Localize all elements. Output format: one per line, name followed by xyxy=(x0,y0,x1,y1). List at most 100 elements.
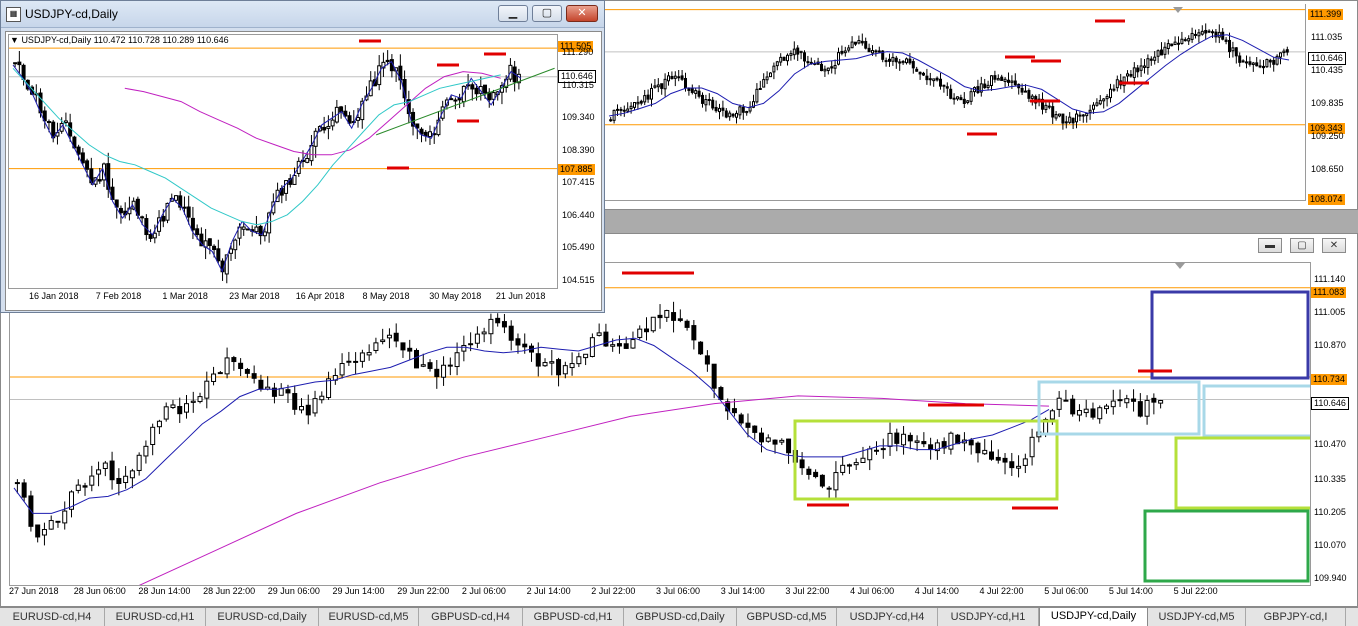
candle-body xyxy=(46,121,51,124)
candle-body xyxy=(650,316,656,332)
candle-body xyxy=(542,362,548,367)
dropdown-icon[interactable]: ▼ xyxy=(10,35,19,45)
candle-body xyxy=(887,432,893,447)
price-label: 110.435 xyxy=(1311,65,1343,75)
candle-body xyxy=(792,48,796,56)
time-label: 3 Jul 14:00 xyxy=(720,586,765,596)
candle-body xyxy=(826,67,830,72)
candle-body xyxy=(330,119,335,127)
candle-body xyxy=(1024,90,1027,93)
maximize-button[interactable]: ▢ xyxy=(1290,238,1314,253)
candle-body xyxy=(748,106,752,112)
candle-body xyxy=(663,78,667,90)
candle-body xyxy=(1241,60,1245,63)
candle-body xyxy=(319,395,325,401)
candle-body xyxy=(1265,58,1269,68)
candle-body xyxy=(1076,410,1082,416)
chart-tab[interactable]: EURUSD-cd,M5 xyxy=(319,608,419,626)
candle-body xyxy=(204,380,210,399)
daily-plot-area[interactable] xyxy=(8,34,558,289)
chart-tab[interactable]: USDJPY-cd,H4 xyxy=(837,608,938,626)
candle-body xyxy=(97,179,102,182)
candle-body xyxy=(212,245,217,250)
candle-body xyxy=(1010,80,1014,83)
chart-tab[interactable]: USDJPY-cd,Daily xyxy=(1039,608,1148,626)
candle-body xyxy=(1258,65,1262,68)
time-label: 6 Jun 04:00 xyxy=(677,209,724,210)
candle-body xyxy=(1124,398,1130,404)
candle-body xyxy=(932,78,936,82)
candle-body xyxy=(163,406,169,420)
candle-body xyxy=(184,403,189,413)
price-label: 110.070 xyxy=(1314,540,1346,550)
time-label: 12:00 xyxy=(612,209,635,210)
candle-body xyxy=(1092,104,1095,110)
h4-candlestick-chart xyxy=(605,7,1305,136)
candle-body xyxy=(1003,78,1007,83)
time-label: 2 Jul 06:00 xyxy=(461,586,506,596)
candle-body xyxy=(211,373,217,382)
candle-body xyxy=(914,440,920,443)
candle-body xyxy=(915,68,919,72)
candle-body xyxy=(556,359,562,376)
chart-tab[interactable]: GBPUSD-cd,H1 xyxy=(523,608,624,626)
chart-app-icon: ▦ xyxy=(6,7,21,22)
candle-body xyxy=(305,404,311,416)
candle-body xyxy=(156,420,162,428)
candle-body xyxy=(843,50,847,54)
daily-window-titlebar[interactable]: ▦ USDJPY-cd,Daily ▁ ▢ ✕ xyxy=(1,1,604,28)
candle-body xyxy=(285,389,291,394)
daily-minimize-button[interactable]: ▁ xyxy=(498,5,528,22)
daily-close-button[interactable]: ✕ xyxy=(566,5,598,22)
candle-body xyxy=(657,314,663,319)
candle-body xyxy=(1051,106,1055,118)
time-label: 13 Jun 12:00 xyxy=(810,209,862,210)
chart-tab[interactable]: EURUSD-cd,H4 xyxy=(0,608,105,626)
time-label: 5 Jul 22:00 xyxy=(1173,586,1218,596)
h4-bottom-level-tag: 108.074 xyxy=(1308,194,1345,205)
daily-maximize-button[interactable]: ▢ xyxy=(532,5,562,22)
chart-tab[interactable]: USDJPY-cd,M5 xyxy=(1148,608,1246,626)
ma-fast-line xyxy=(608,34,1290,117)
candle-body xyxy=(170,404,176,409)
candle-body xyxy=(76,146,81,155)
candle-body xyxy=(629,105,633,110)
candle-body xyxy=(1204,29,1208,34)
chart-tab[interactable]: GBPUSD-cd,H4 xyxy=(419,608,523,626)
candle-body xyxy=(326,378,332,399)
candle-body xyxy=(671,312,677,321)
chart-tab[interactable]: EURUSD-cd,Daily xyxy=(206,608,319,626)
candle-body xyxy=(860,457,866,463)
candle-body xyxy=(782,56,786,61)
candle-body xyxy=(549,361,555,364)
candle-body xyxy=(1058,113,1061,117)
close-icon: ✕ xyxy=(577,7,587,19)
candle-body xyxy=(667,75,670,82)
time-label: 8 May 2018 xyxy=(362,291,410,301)
time-label: 2 Jul 14:00 xyxy=(526,586,571,596)
candle-body xyxy=(254,226,259,233)
chart-tab[interactable]: GBPJPY-cd,I xyxy=(1246,608,1346,626)
candle-body xyxy=(995,456,1001,461)
chart-tab[interactable]: GBPUSD-cd,M5 xyxy=(737,608,837,626)
candle-body xyxy=(278,388,284,396)
chart-tab[interactable]: EURUSD-cd,H1 xyxy=(105,608,206,626)
candle-body xyxy=(928,78,932,81)
chart-tab[interactable]: USDJPY-cd,H1 xyxy=(938,608,1039,626)
candle-body xyxy=(1095,102,1099,106)
candle-body xyxy=(714,106,718,112)
h4-plot-area[interactable] xyxy=(605,4,1306,201)
ma-fast-line xyxy=(13,337,1050,514)
range-zone-box xyxy=(1037,380,1201,436)
time-label: 29 Jun 14:00 xyxy=(332,586,385,596)
chart-tab[interactable]: GBPUSD-cd,Daily xyxy=(624,608,737,626)
candle-body xyxy=(789,53,793,56)
candle-body xyxy=(1030,95,1034,99)
time-label: 2 Jul 22:00 xyxy=(591,586,636,596)
minimize-button[interactable]: ▬ xyxy=(1258,238,1282,253)
candle-body xyxy=(901,61,905,64)
candle-body xyxy=(874,50,878,53)
close-button[interactable]: ✕ xyxy=(1322,238,1346,253)
candle-body xyxy=(454,352,460,368)
candle-body xyxy=(826,487,832,490)
